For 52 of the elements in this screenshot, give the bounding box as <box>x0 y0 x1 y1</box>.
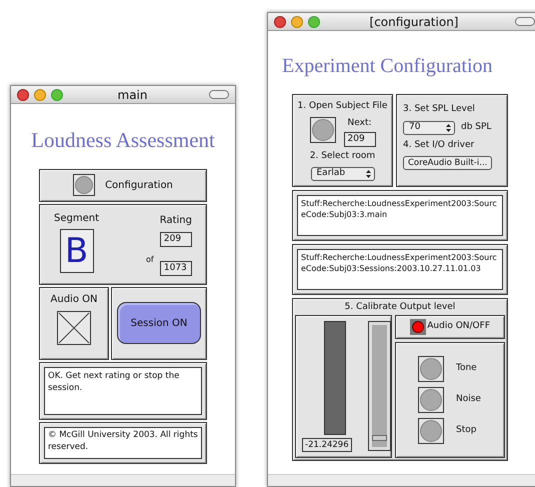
up-down-arrows-icon <box>366 170 370 178</box>
minimize-button[interactable] <box>291 16 303 28</box>
window-title: main <box>116 86 148 104</box>
room-dropdown[interactable]: Earlab <box>310 166 374 180</box>
signal-label: Tone <box>456 362 477 376</box>
minimize-button[interactable] <box>34 88 46 100</box>
zoom-button[interactable] <box>308 16 320 28</box>
meter-reading-field: -21.24296 <box>302 438 352 452</box>
configuration-label: Configuration <box>105 178 173 192</box>
copyright-text: © McGill University 2003. All rights reserved. <box>44 426 202 458</box>
segment-label: Segment <box>54 212 99 226</box>
step-label: 4. Set I/O driver <box>403 138 476 152</box>
rating-current-field[interactable]: 209 <box>160 232 192 246</box>
rating-total-field[interactable]: 1073 <box>160 260 192 276</box>
audio-led[interactable] <box>410 319 426 335</box>
calibrate-title: 5. Calibrate Output level <box>344 301 456 314</box>
toolbar-toggle-button[interactable] <box>515 17 535 26</box>
path-text: Stuff:Recherche:LoudnessExperiment2003:SourceCode:Subj03:3.main <box>297 195 503 236</box>
segment-display: B <box>60 228 94 272</box>
step-label: 3. Set SPL Level <box>403 103 476 116</box>
gain-slider[interactable] <box>368 321 391 451</box>
step-label: 2. Select room <box>310 150 376 163</box>
step-label: 1. Open Subject File <box>298 100 388 113</box>
slider-thumb[interactable] <box>372 434 387 441</box>
audio-toggle-label: Audio ON/OFF <box>427 320 490 334</box>
path-text: Stuff:Recherche:LoudnessExperiment2003:SourceCode:Subj03:Sessions:2003.10.27.11.01.03 <box>297 249 503 290</box>
spl-dropdown[interactable]: 70 <box>403 120 455 134</box>
driver-button[interactable]: CoreAudio Built-i... <box>403 156 492 170</box>
session-button[interactable]: Session ON <box>117 302 201 344</box>
next-label: Next: <box>348 116 372 130</box>
up-down-arrows-icon <box>446 124 451 132</box>
close-button[interactable] <box>274 16 286 28</box>
toolbar-toggle-button[interactable] <box>209 90 229 99</box>
heading: Loudness Assessment <box>31 127 215 154</box>
next-field[interactable]: 209 <box>344 132 376 147</box>
bang-button[interactable] <box>73 174 96 196</box>
signal-button[interactable] <box>418 356 444 382</box>
window-title: [configuration] <box>368 14 460 30</box>
of-label: of <box>146 254 154 266</box>
zoom-button[interactable] <box>51 88 63 100</box>
signal-button[interactable] <box>418 387 444 413</box>
spl-unit: db SPL <box>461 120 492 134</box>
close-button[interactable] <box>17 88 29 100</box>
signal-label: Stop <box>456 424 476 438</box>
open-file-button[interactable] <box>310 116 336 142</box>
audio-label: Audio ON <box>50 292 98 306</box>
signal-button[interactable] <box>418 418 444 444</box>
message-text: OK. Get next rating or stop the session. <box>44 366 202 414</box>
heading: Experiment Configuration <box>282 54 494 79</box>
rating-label: Rating <box>160 214 192 228</box>
audio-toggle[interactable] <box>57 310 91 344</box>
signal-label: Noise <box>456 393 481 406</box>
